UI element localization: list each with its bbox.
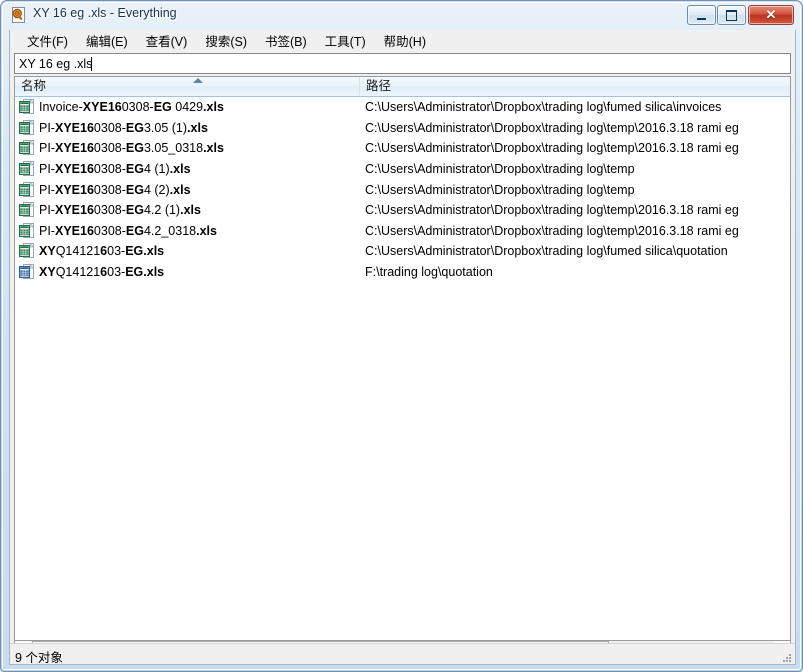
menu-bookmarks[interactable]: 书签(B): [256, 29, 316, 53]
close-icon: ✕: [765, 7, 777, 22]
menu-view[interactable]: 查看(V): [137, 29, 197, 53]
list-header: 名称 路径: [15, 77, 790, 97]
status-object-count: 9 个对象: [15, 651, 63, 665]
excel-xls-green-icon: [19, 160, 35, 177]
excel-xls-blue-icon: [19, 263, 35, 280]
minimize-icon: [688, 6, 715, 24]
everything-window: XY 16 eg .xls - Everything ✕ 文件(F) 编辑(E) 查…: [0, 0, 803, 672]
cell-file-name: XYQ14121603-EG.xls: [19, 262, 359, 283]
excel-xls-green-icon: [19, 222, 35, 239]
cell-file-path: C:\Users\Administrator\Dropbox\trading l…: [365, 141, 739, 156]
file-name-text: PI-XYE160308-EG4 (2).xls: [39, 182, 191, 197]
list-rows: Invoice-XYE160308-EG 0429.xls C:\Users\Ad…: [15, 97, 790, 640]
cell-file-path: C:\Users\Administrator\Dropbox\trading l…: [365, 244, 728, 259]
file-name-text: PI-XYE160308-EG4.2 (1).xls: [39, 203, 201, 218]
file-name-text: XYQ14121603-EG.xls: [39, 265, 165, 280]
cell-file-name: PI-XYE160308-EG3.05_0318.xls: [19, 138, 359, 159]
title-bar: XY 16 eg .xls - Everything ✕: [1, 1, 803, 30]
table-row[interactable]: PI-XYE160308-EG3.05 (1).xls C:\Users\Admi…: [15, 118, 790, 139]
table-row[interactable]: PI-XYE160308-EG4.2 (1).xls C:\Users\Admin…: [15, 200, 790, 221]
table-row[interactable]: Invoice-XYE160308-EG 0429.xls C:\Users\Ad…: [15, 97, 790, 118]
search-input[interactable]: XY 16 eg .xls: [14, 53, 791, 74]
cell-file-path: C:\Users\Administrator\Dropbox\trading l…: [365, 120, 739, 135]
everything-magnifier-icon: [10, 6, 28, 24]
cell-file-name: PI-XYE160308-EG4 (2).xls: [19, 179, 359, 200]
excel-xls-green-icon: [19, 243, 35, 259]
excel-xls-green-icon: [19, 201, 35, 218]
status-bar: 9 个对象: [10, 643, 795, 665]
file-name-text: PI-XYE160308-EG4 (1).xls: [39, 162, 191, 177]
cell-file-path: C:\Users\Administrator\Dropbox\trading l…: [365, 203, 739, 218]
table-row[interactable]: XYQ14121603-EG.xls F:\trading log\quotati…: [15, 262, 790, 283]
window-title: XY 16 eg .xls - Everything: [33, 6, 177, 20]
maximize-button[interactable]: [717, 5, 746, 25]
table-row[interactable]: PI-XYE160308-EG4 (1).xls C:\Users\Adminis…: [15, 159, 790, 180]
excel-xls-green-icon: [19, 98, 35, 115]
menu-tools[interactable]: 工具(T): [316, 29, 375, 53]
excel-xls-green-icon: [19, 119, 35, 136]
file-name-text: XYQ14121603-EG.xls: [39, 244, 165, 259]
minimize-button[interactable]: [687, 5, 716, 25]
menu-edit[interactable]: 编辑(E): [77, 29, 137, 53]
cell-file-name: XYQ14121603-EG.xls: [19, 241, 359, 262]
cell-file-name: PI-XYE160308-EG4 (1).xls: [19, 159, 359, 180]
cell-file-name: PI-XYE160308-EG3.05 (1).xls: [19, 118, 359, 139]
cell-file-name: PI-XYE160308-EG4.2 (1).xls: [19, 200, 359, 221]
excel-xls-green-icon: [19, 181, 35, 198]
column-header-path[interactable]: 路径: [359, 77, 790, 96]
cell-file-path: C:\Users\Administrator\Dropbox\trading l…: [365, 100, 722, 115]
file-name-text: PI-XYE160308-EG4.2_0318.xls: [39, 223, 217, 238]
file-name-text: PI-XYE160308-EG3.05_0318.xls: [39, 141, 224, 156]
cell-file-path: F:\trading log\quotation: [365, 265, 493, 280]
menu-search[interactable]: 搜索(S): [196, 29, 256, 53]
cell-file-path: C:\Users\Administrator\Dropbox\trading l…: [365, 223, 739, 238]
close-button[interactable]: ✕: [748, 5, 794, 25]
client-area: 文件(F) 编辑(E) 查看(V) 搜索(S) 书签(B) 工具(T) 帮助(H) XY 1…: [9, 30, 796, 665]
table-row[interactable]: PI-XYE160308-EG4 (2).xls C:\Users\Adminis…: [15, 179, 790, 200]
resize-grip-icon[interactable]: [780, 650, 792, 662]
search-input-value: XY 16 eg .xls: [19, 57, 93, 71]
menu-bar: 文件(F) 编辑(E) 查看(V) 搜索(S) 书签(B) 工具(T) 帮助(H): [10, 30, 795, 51]
menu-file[interactable]: 文件(F): [18, 29, 77, 53]
results-list: 名称 路径 Invoice-XYE160308-EG 0429.xls C:\Us…: [14, 76, 791, 641]
menu-help[interactable]: 帮助(H): [375, 29, 435, 53]
cell-file-name: Invoice-XYE160308-EG 0429.xls: [19, 97, 359, 118]
text-caret: [91, 57, 92, 71]
cell-file-path: C:\Users\Administrator\Dropbox\trading l…: [365, 182, 635, 197]
maximize-icon: [718, 6, 745, 24]
cell-file-path: C:\Users\Administrator\Dropbox\trading l…: [365, 162, 635, 177]
table-row[interactable]: PI-XYE160308-EG3.05_0318.xls C:\Users\Adm…: [15, 138, 790, 159]
cell-file-name: PI-XYE160308-EG4.2_0318.xls: [19, 221, 359, 242]
column-header-name[interactable]: 名称: [15, 77, 359, 96]
file-name-text: Invoice-XYE160308-EG 0429.xls: [39, 100, 224, 115]
excel-xls-green-icon: [19, 140, 35, 156]
table-row[interactable]: PI-XYE160308-EG4.2_0318.xls C:\Users\Admi…: [15, 221, 790, 242]
file-name-text: PI-XYE160308-EG3.05 (1).xls: [39, 120, 208, 135]
table-row[interactable]: XYQ14121603-EG.xls C:\Users\Administrator…: [15, 241, 790, 262]
sort-ascending-icon: [193, 78, 203, 83]
